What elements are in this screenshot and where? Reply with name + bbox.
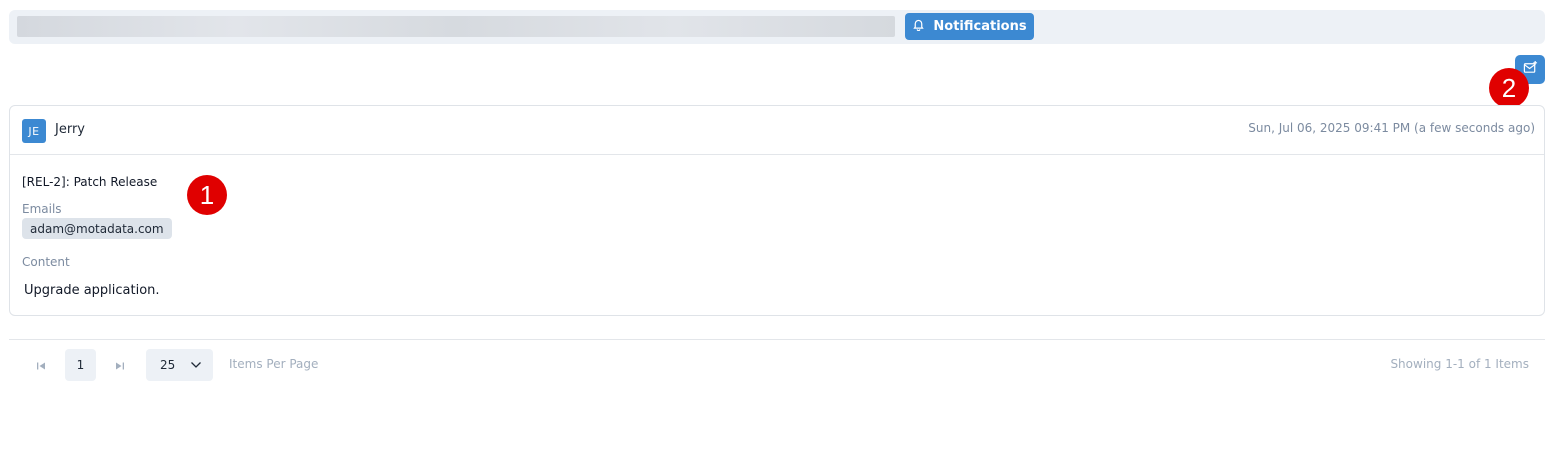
items-per-page-label: Items Per Page	[229, 357, 319, 371]
first-page-button[interactable]	[32, 356, 50, 374]
notification-subject: [REL-2]: Patch Release	[22, 175, 158, 189]
items-per-page-select[interactable]: 25	[146, 349, 213, 381]
tab-notifications-label: Notifications	[933, 19, 1027, 34]
annotation-marker-1: 1	[187, 175, 227, 215]
notification-header: JE Jerry Sun, Jul 06, 2025 09:41 PM (a f…	[10, 106, 1544, 155]
last-page-button[interactable]	[111, 356, 129, 374]
showing-count: Showing 1-1 of 1 Items	[1390, 357, 1529, 371]
pagination-bar: 1 25 Items Per Page Showing 1-1 of 1 Ite…	[9, 348, 1545, 382]
notification-timestamp: Sun, Jul 06, 2025 09:41 PM (a few second…	[1248, 121, 1535, 135]
page-number-current[interactable]: 1	[65, 349, 96, 381]
content-label: Content	[22, 255, 70, 269]
tab-notifications[interactable]: Notifications	[905, 13, 1034, 40]
notification-content: Upgrade application.	[24, 283, 160, 298]
emails-label: Emails	[22, 202, 62, 216]
bell-icon	[912, 18, 925, 35]
top-tab-bar: Notifications	[9, 10, 1545, 44]
notification-card: JE Jerry Sun, Jul 06, 2025 09:41 PM (a f…	[9, 105, 1545, 316]
sender-name: Jerry	[55, 122, 85, 137]
blurred-tab-area	[17, 16, 895, 37]
items-per-page-value: 25	[160, 358, 176, 372]
annotation-marker-2: 2	[1489, 68, 1529, 108]
divider	[9, 339, 1545, 340]
last-page-icon	[115, 356, 125, 375]
chevron-down-icon	[190, 359, 202, 371]
avatar: JE	[22, 119, 46, 143]
first-page-icon	[36, 356, 46, 375]
email-chip: adam@motadata.com	[22, 218, 172, 239]
